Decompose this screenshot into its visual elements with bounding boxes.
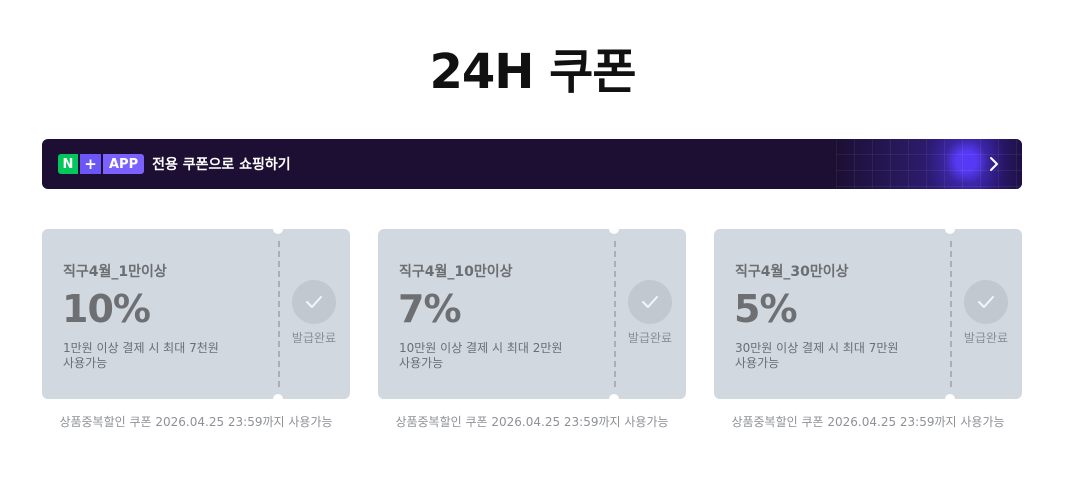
naver-plus-app-badge: N + APP bbox=[58, 154, 145, 174]
coupon-discount-rate: 10% bbox=[62, 287, 151, 331]
chevron-right-icon[interactable] bbox=[984, 154, 1004, 174]
coupon-validity: 상품중복할인 쿠폰 2026.04.25 23:59까지 사용가능 bbox=[731, 415, 1005, 429]
check-icon bbox=[292, 280, 336, 324]
coupon-item: 직구4월_30만이상 5% 30만원 이상 결제 시 최대 7만원 사용가능 발… bbox=[714, 229, 1022, 430]
coupon-usage: 사용가능 bbox=[399, 356, 444, 370]
coupon-discount-rate: 5% bbox=[734, 287, 798, 331]
check-icon bbox=[964, 280, 1008, 324]
coupon-item: 직구4월_10만이상 7% 10만원 이상 결제 시 최대 2만원 사용가능 발… bbox=[378, 229, 686, 430]
coupon-card[interactable]: 직구4월_10만이상 7% 10만원 이상 결제 시 최대 2만원 사용가능 발… bbox=[378, 229, 686, 399]
coupon-condition: 30만원 이상 결제 시 최대 7만원 bbox=[735, 341, 899, 355]
coupon-name: 직구4월_10만이상 bbox=[399, 264, 513, 280]
coupon-status: 발급완료 bbox=[627, 331, 673, 345]
page-title: 24H 쿠폰 bbox=[429, 44, 637, 100]
coupon-description: 30만원 이상 결제 시 최대 7만원 사용가능 bbox=[735, 341, 935, 371]
banner-label: 전용 쿠폰으로 쇼핑하기 bbox=[152, 157, 291, 173]
coupon-name: 직구4월_1만이상 bbox=[63, 264, 167, 280]
coupon-discount-rate: 7% bbox=[398, 287, 462, 331]
coupon-divider bbox=[614, 241, 616, 387]
coupon-status: 발급완료 bbox=[963, 331, 1009, 345]
coupon-description: 1만원 이상 결제 시 최대 7천원 사용가능 bbox=[63, 341, 263, 371]
coupon-item: 직구4월_1만이상 10% 1만원 이상 결제 시 최대 7천원 사용가능 발급… bbox=[42, 229, 350, 430]
coupon-description: 10만원 이상 결제 시 최대 2만원 사용가능 bbox=[399, 341, 599, 371]
coupon-divider bbox=[950, 241, 952, 387]
coupon-condition: 10만원 이상 결제 시 최대 2만원 bbox=[399, 341, 563, 355]
coupon-name: 직구4월_30만이상 bbox=[735, 264, 849, 280]
coupon-validity: 상품중복할인 쿠폰 2026.04.25 23:59까지 사용가능 bbox=[59, 415, 333, 429]
coupon-condition: 1만원 이상 결제 시 최대 7천원 bbox=[63, 341, 219, 355]
coupon-card[interactable]: 직구4월_30만이상 5% 30만원 이상 결제 시 최대 7만원 사용가능 발… bbox=[714, 229, 1022, 399]
coupon-divider bbox=[278, 241, 280, 387]
coupon-usage: 사용가능 bbox=[63, 356, 108, 370]
app-badge: APP bbox=[103, 154, 145, 174]
coupon-status: 발급완료 bbox=[291, 331, 337, 345]
coupon-usage: 사용가능 bbox=[735, 356, 780, 370]
naver-n-badge: N bbox=[58, 154, 78, 174]
coupon-card[interactable]: 직구4월_1만이상 10% 1만원 이상 결제 시 최대 7천원 사용가능 발급… bbox=[42, 229, 350, 399]
coupon-validity: 상품중복할인 쿠폰 2026.04.25 23:59까지 사용가능 bbox=[395, 415, 669, 429]
check-icon bbox=[628, 280, 672, 324]
plus-badge: + bbox=[80, 154, 101, 174]
app-coupon-banner[interactable]: N + APP 전용 쿠폰으로 쇼핑하기 bbox=[42, 139, 1022, 189]
